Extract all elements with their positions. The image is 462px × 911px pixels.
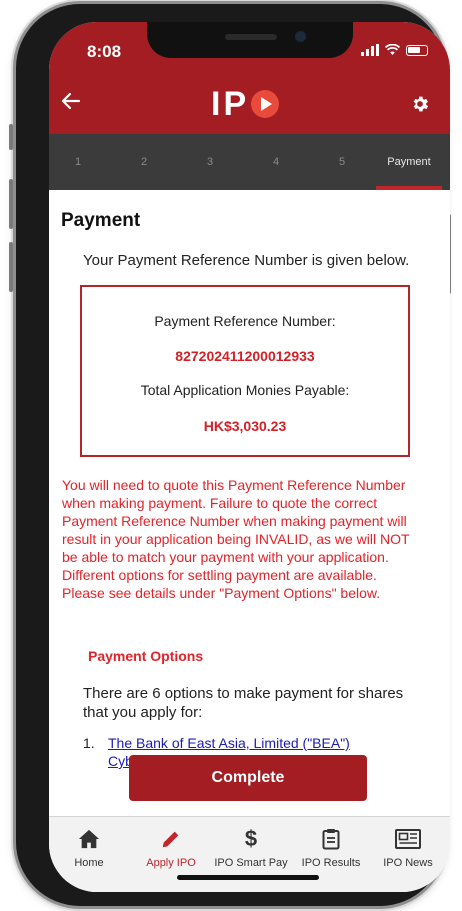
tab-ipo-smart-pay-label: IPO Smart Pay <box>214 857 288 869</box>
status-time: 8:08 <box>87 42 122 61</box>
ipo-logo: IP <box>211 84 280 124</box>
tab-ipo-news-label: IPO News <box>383 857 433 869</box>
home-icon <box>78 829 100 849</box>
option-number: 1. <box>83 735 95 751</box>
logo-text: IP <box>211 84 250 123</box>
step-4: 4 <box>272 156 280 168</box>
volume-down-button <box>9 242 13 292</box>
speaker <box>225 34 277 40</box>
notch <box>147 22 353 58</box>
tab-ipo-results-label: IPO Results <box>301 857 361 869</box>
front-camera <box>295 31 306 42</box>
step-payment: Payment <box>387 156 431 168</box>
back-arrow-icon <box>61 92 81 110</box>
mute-switch <box>9 124 13 150</box>
battery-icon <box>406 44 428 56</box>
reference-label: Payment Reference Number: <box>154 313 336 329</box>
payment-content: Payment Your Payment Reference Number is… <box>49 190 450 780</box>
tab-ipo-smart-pay[interactable]: $ IPO Smart Pay <box>211 826 291 869</box>
tab-ipo-results[interactable]: IPO Results <box>291 827 371 869</box>
total-amount: HK$3,030.23 <box>203 418 287 434</box>
home-indicator <box>177 875 319 880</box>
intro-text: Your Payment Reference Number is given b… <box>83 252 410 269</box>
logo-play-icon <box>251 90 280 118</box>
step-2: 2 <box>140 156 148 168</box>
total-label: Total Application Monies Payable: <box>140 382 350 398</box>
bottom-tab-bar: Home Apply IPO $ IPO Smart Pay IPO Resul… <box>49 816 450 892</box>
payment-reference-box: Payment Reference Number: 82720241120001… <box>80 285 410 457</box>
reference-number: 827202411200012933 <box>175 348 315 364</box>
page-title: Payment <box>61 210 141 231</box>
app-screen: 8:08 IP 1 2 3 4 5 Payment Payment Your P… <box>49 22 450 892</box>
back-button[interactable] <box>61 88 81 118</box>
payment-options-heading: Payment Options <box>88 648 204 664</box>
gear-icon <box>413 96 429 112</box>
volume-up-button <box>9 179 13 229</box>
step-5: 5 <box>338 156 346 168</box>
tab-home[interactable]: Home <box>49 827 129 869</box>
app-header: IP <box>49 74 450 134</box>
step-3: 3 <box>206 156 214 168</box>
payment-warning: You will need to quote this Payment Refe… <box>62 477 410 601</box>
status-icons <box>361 44 428 56</box>
pencil-icon <box>162 831 179 848</box>
tab-home-label: Home <box>74 857 104 869</box>
clipboard-icon <box>322 829 340 850</box>
step-indicator: 1 2 3 4 5 Payment <box>49 134 450 190</box>
payment-options-intro: There are 6 options to make payment for … <box>83 685 404 721</box>
complete-button[interactable]: Complete <box>129 755 367 801</box>
step-1: 1 <box>74 156 82 168</box>
wifi-icon <box>385 44 400 55</box>
tab-apply-ipo-label: Apply IPO <box>146 857 196 869</box>
tab-ipo-news[interactable]: IPO News <box>368 827 448 869</box>
signal-icon <box>361 44 379 56</box>
dollar-icon: $ <box>244 826 258 851</box>
settings-button[interactable] <box>404 88 436 120</box>
tab-apply-ipo[interactable]: Apply IPO <box>131 827 211 869</box>
newspaper-icon <box>395 829 421 849</box>
status-bar: 8:08 <box>49 22 450 74</box>
